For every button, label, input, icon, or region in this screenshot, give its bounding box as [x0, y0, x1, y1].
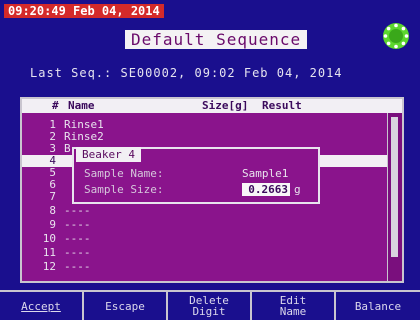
- instrument-screen: 09:20:49 Feb 04, 2014 Default Sequence L…: [0, 0, 420, 320]
- row-number: 11: [42, 246, 56, 259]
- sample-size-field[interactable]: 0.2663: [242, 183, 290, 196]
- sample-edit-dialog: Beaker 4 Sample Name: Sample1 Sample Siz…: [72, 147, 320, 204]
- list-scrollbar[interactable]: [387, 113, 402, 281]
- edit-name-label: Edit Name: [279, 294, 307, 318]
- top-bar: 09:20:49 Feb 04, 2014: [0, 0, 420, 32]
- row-number: 9: [49, 218, 56, 231]
- list-row-10[interactable]: 10 ----: [22, 233, 388, 245]
- accept-button[interactable]: Accept: [0, 292, 84, 320]
- clock-display: 09:20:49 Feb 04, 2014: [4, 4, 164, 18]
- sample-name-value[interactable]: Sample1: [242, 167, 288, 180]
- list-row-8[interactable]: 8 ----: [22, 205, 388, 217]
- row-name: ----: [64, 232, 91, 245]
- scrollbar-thumb[interactable]: [391, 117, 398, 257]
- row-name: B: [64, 142, 71, 155]
- sample-size-label: Sample Size:: [84, 183, 164, 196]
- accept-label: Accept: [21, 299, 61, 313]
- row-name: ----: [64, 246, 91, 259]
- row-name: ----: [64, 218, 91, 231]
- balance-button[interactable]: Balance: [336, 292, 420, 320]
- row-number: 7: [49, 190, 56, 203]
- escape-label: Escape: [105, 299, 145, 313]
- last-sequence-info: Last Seq.: SE00002, 09:02 Feb 04, 2014: [30, 66, 343, 80]
- row-name: ----: [64, 260, 91, 273]
- sample-size-unit: g: [294, 183, 301, 196]
- delete-digit-button[interactable]: Delete Digit: [168, 292, 252, 320]
- list-row-12[interactable]: 12 ----: [22, 261, 388, 273]
- column-number-header: #: [52, 99, 59, 112]
- column-name-header: Name: [68, 99, 95, 112]
- list-row-2[interactable]: 2 Rinse2: [22, 131, 388, 143]
- row-name: ----: [64, 204, 91, 217]
- row-number: 10: [42, 232, 56, 245]
- row-number: 12: [42, 260, 56, 273]
- row-number: 8: [49, 204, 56, 217]
- column-result-header: Result: [262, 99, 302, 112]
- softkey-bar: Accept Escape Delete Digit Edit Name Bal…: [0, 290, 420, 320]
- dialog-title: Beaker 4: [76, 147, 141, 162]
- list-header: # Name Size[g] Result: [22, 99, 402, 113]
- sample-name-label: Sample Name:: [84, 167, 164, 180]
- page-title: Default Sequence: [125, 30, 308, 49]
- edit-name-button[interactable]: Edit Name: [252, 292, 336, 320]
- gear-status-icon: [383, 23, 409, 49]
- list-row-11[interactable]: 11 ----: [22, 247, 388, 259]
- delete-digit-label: Delete Digit: [189, 294, 229, 318]
- list-row-9[interactable]: 9 ----: [22, 219, 388, 231]
- escape-button[interactable]: Escape: [84, 292, 168, 320]
- column-size-header: Size[g]: [202, 99, 249, 112]
- balance-label: Balance: [354, 299, 402, 313]
